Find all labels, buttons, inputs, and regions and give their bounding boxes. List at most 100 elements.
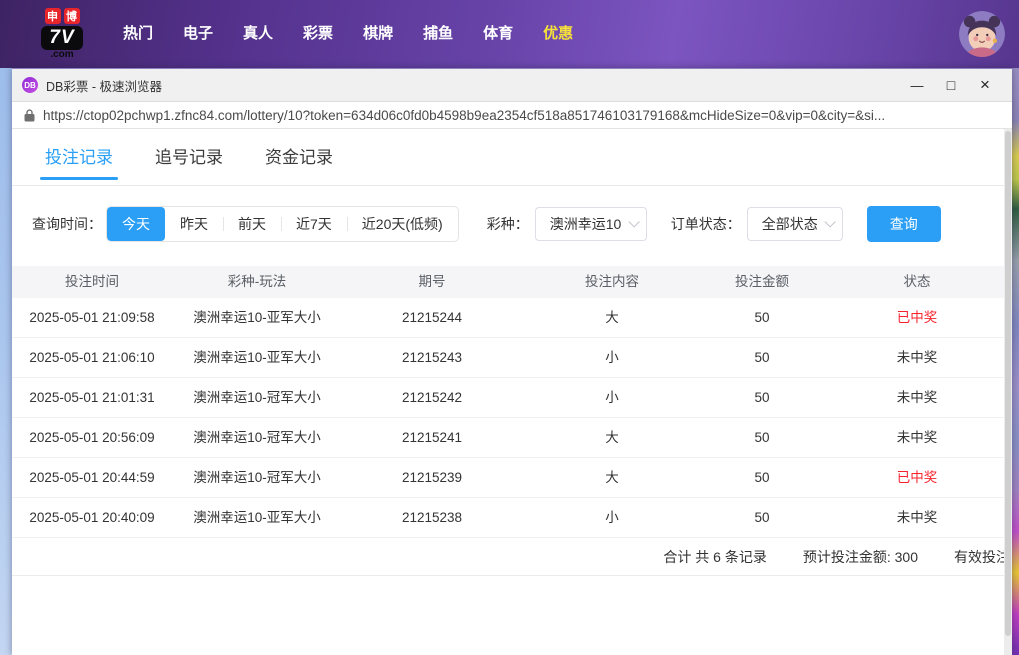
lottery-select[interactable]: 澳洲幸运10 — [534, 207, 647, 241]
nav-item[interactable]: 捕鱼 — [408, 0, 468, 68]
user-avatar[interactable] — [959, 11, 1005, 57]
nav-item[interactable]: 热门 — [108, 0, 168, 68]
window-titlebar[interactable]: DB DB彩票 - 极速浏览器 — □ × — [12, 69, 1012, 101]
cell-issue: 21215244 — [401, 310, 463, 325]
time-filter-group: 今天 昨天 前天 近7天 近20天(低频) — [106, 206, 459, 242]
logo-7v: 7V — [41, 26, 83, 50]
window-title: DB彩票 - 极速浏览器 — [46, 79, 162, 94]
table-header: 投注时间 彩种-玩法 期号 投注内容 投注金额 状态 — [12, 266, 1012, 298]
table-row: 2025-05-01 21:06:10 澳洲幸运10-亚军大小 21215243 小 5… — [12, 338, 1012, 378]
cell-status: 未中奖 — [896, 390, 938, 405]
cell-time: 2025-05-01 21:09:58 — [29, 310, 155, 325]
lock-icon — [24, 108, 35, 121]
cell-issue: 21215238 — [401, 510, 463, 525]
logo-badge-shen: 申 — [44, 8, 61, 24]
table-body: 2025-05-01 21:09:58 澳洲幸运10-亚军大小 21215244 大 5… — [12, 298, 1012, 538]
lottery-filter-label: 彩种： — [486, 216, 529, 232]
cell-game: 澳洲幸运10-冠军大小 — [193, 430, 321, 445]
desktop: 申 博 7V .com 热门 电子 真人 彩票 棋牌 捕鱼 体育 优惠 DB D… — [0, 0, 1019, 655]
time-option[interactable]: 前天 — [223, 207, 281, 241]
cell-content: 大 — [605, 430, 619, 445]
nav-item[interactable]: 彩票 — [288, 0, 348, 68]
bet-records-table: 投注时间 彩种-玩法 期号 投注内容 投注金额 状态 2025-05-01 21:09:5… — [12, 266, 1012, 576]
cell-status: 已中奖 — [896, 310, 938, 325]
table-summary: 合计 共 6 条记录预计投注金额: 300有效投注金 — [12, 538, 1012, 576]
site-logo[interactable]: 申 博 7V .com — [30, 8, 94, 60]
cell-status: 已中奖 — [896, 470, 938, 485]
tab-fund-records[interactable]: 资金记录 — [265, 129, 333, 185]
time-filter-label: 查询时间： — [32, 216, 102, 232]
logo-badge-bo: 博 — [63, 8, 80, 24]
time-option[interactable]: 近20天(低频) — [346, 207, 458, 241]
cell-game: 澳洲幸运10-亚军大小 — [193, 350, 321, 365]
table-row: 2025-05-01 20:44:59 澳洲幸运10-冠军大小 21215239 大 5… — [12, 458, 1012, 498]
time-option[interactable]: 今天 — [107, 207, 165, 241]
column-header: 状态 — [903, 274, 931, 289]
query-button[interactable]: 查询 — [866, 206, 941, 242]
cell-issue: 21215242 — [401, 390, 463, 405]
column-header: 投注金额 — [735, 274, 789, 289]
site-nav-menu: 热门 电子 真人 彩票 棋牌 捕鱼 体育 优惠 — [108, 0, 588, 68]
column-header: 投注内容 — [585, 274, 639, 289]
lottery-select-value: 澳洲幸运10 — [549, 216, 622, 232]
url-text: https://ctop02pchwp1.zfnc84.com/lottery/… — [43, 107, 886, 123]
minimize-icon[interactable]: — — [900, 78, 934, 93]
table-row: 2025-05-01 20:56:09 澳洲幸运10-冠军大小 21215241 大 5… — [12, 418, 1012, 458]
cell-game: 澳洲幸运10-冠军大小 — [193, 470, 321, 485]
cell-game: 澳洲幸运10-亚军大小 — [193, 510, 321, 525]
window-controls: — □ × — [900, 75, 1002, 95]
cell-amount: 50 — [754, 350, 770, 365]
cell-amount: 50 — [754, 390, 770, 405]
column-header: 投注时间 — [65, 274, 119, 289]
cell-amount: 50 — [754, 510, 770, 525]
cell-time: 2025-05-01 21:01:31 — [29, 390, 155, 405]
browser-favicon: DB — [22, 77, 38, 93]
browser-window: DB DB彩票 - 极速浏览器 — □ × https://ctop02pchw… — [12, 68, 1012, 655]
time-option[interactable]: 近7天 — [281, 207, 347, 241]
order-status-select[interactable]: 全部状态 — [746, 207, 843, 241]
nav-item[interactable]: 真人 — [228, 0, 288, 68]
tab-chase-records[interactable]: 追号记录 — [155, 129, 223, 185]
cell-content: 小 — [605, 390, 619, 405]
chevron-down-icon — [628, 216, 640, 228]
tab-bet-records[interactable]: 投注记录 — [40, 129, 118, 185]
logo-com: .com — [50, 49, 74, 60]
nav-item[interactable]: 体育 — [468, 0, 528, 68]
logo-badges: 申 博 — [44, 8, 80, 24]
table-row: 2025-05-01 21:09:58 澳洲幸运10-亚军大小 21215244 大 5… — [12, 298, 1012, 338]
cell-game: 澳洲幸运10-冠军大小 — [193, 390, 321, 405]
chevron-down-icon — [824, 216, 836, 228]
nav-item[interactable]: 优惠 — [528, 0, 588, 68]
cell-content: 小 — [605, 510, 619, 525]
close-icon[interactable]: × — [968, 75, 1002, 95]
cell-issue: 21215241 — [401, 430, 463, 445]
avatar-girl-icon — [959, 11, 1005, 57]
scrollbar-thumb[interactable] — [1005, 131, 1011, 636]
status-filter-label: 订单状态： — [670, 216, 741, 232]
maximize-icon[interactable]: □ — [934, 77, 968, 93]
cell-status: 未中奖 — [896, 430, 938, 445]
cell-amount: 50 — [754, 430, 770, 445]
cell-amount: 50 — [754, 470, 770, 485]
cell-status: 未中奖 — [896, 350, 938, 365]
address-bar[interactable]: https://ctop02pchwp1.zfnc84.com/lottery/… — [12, 101, 1012, 129]
nav-item[interactable]: 电子 — [168, 0, 228, 68]
vertical-scrollbar[interactable] — [1004, 129, 1012, 655]
site-navbar: 申 博 7V .com 热门 电子 真人 彩票 棋牌 捕鱼 体育 优惠 — [0, 0, 1019, 68]
time-option[interactable]: 昨天 — [165, 207, 223, 241]
record-tabs: 投注记录 追号记录 资金记录 — [12, 129, 1012, 186]
cell-issue: 21215239 — [401, 470, 463, 485]
cell-content: 小 — [605, 350, 619, 365]
cell-status: 未中奖 — [896, 510, 938, 525]
table-row: 2025-05-01 20:40:09 澳洲幸运10-亚军大小 21215238 小 5… — [12, 498, 1012, 538]
cell-time: 2025-05-01 20:40:09 — [29, 510, 155, 525]
summary-item: 合计 共 6 条记录 — [663, 548, 767, 565]
filter-bar: 查询时间： 今天 昨天 前天 近7天 近20天(低频) 彩种： 澳洲幸运10 订单状态：… — [12, 206, 1012, 242]
cell-time: 2025-05-01 21:06:10 — [29, 350, 155, 365]
cell-game: 澳洲幸运10-亚军大小 — [193, 310, 321, 325]
cell-amount: 50 — [754, 310, 770, 325]
nav-item[interactable]: 棋牌 — [348, 0, 408, 68]
page-content: 投注记录 追号记录 资金记录 查询时间： 今天 昨天 前天 近7天 近20天(低频) 彩种：… — [12, 129, 1012, 655]
page-right-edge — [1012, 68, 1019, 655]
cell-content: 大 — [605, 310, 619, 325]
